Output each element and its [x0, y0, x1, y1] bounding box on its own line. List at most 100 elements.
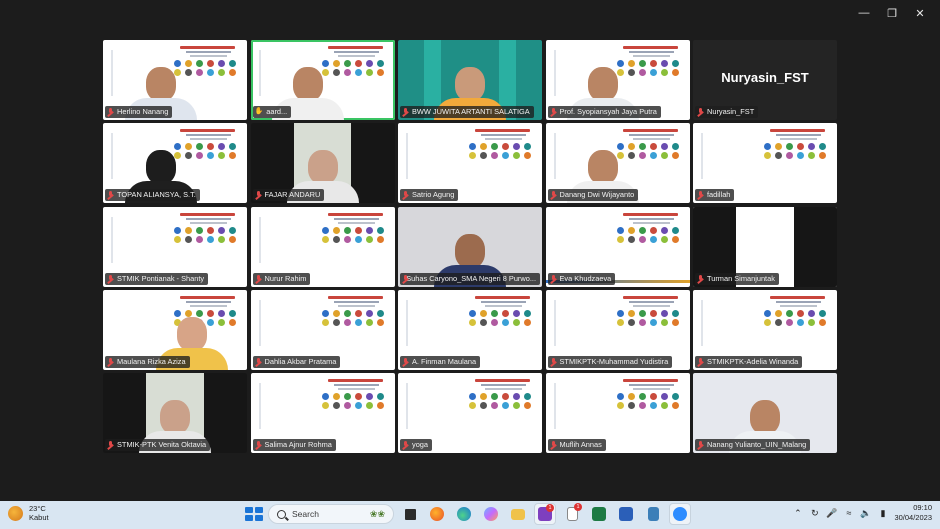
- task-view-icon[interactable]: [399, 503, 421, 525]
- participant-tile[interactable]: Eva Khudzaeva: [545, 206, 690, 287]
- participant-name: Prof. Syopiansyah Jaya Putra: [559, 107, 657, 116]
- participant-name: Muflih Annas: [559, 440, 602, 449]
- folder-icon[interactable]: [507, 503, 529, 525]
- participant-tile[interactable]: Muflih Annas: [545, 373, 690, 453]
- participant-name: STMIK-PTK Venita Oktavia: [117, 440, 207, 449]
- participant-name: Nuryasin_FST: [707, 107, 755, 116]
- participant-name: fadillah: [707, 190, 731, 200]
- edge-icon[interactable]: [453, 503, 475, 525]
- participant-name: STMIKPTK-Adelia Winanda: [707, 356, 799, 366]
- participant-name: Eva Khudzaeva: [559, 273, 612, 283]
- muted-mic-icon: [697, 357, 704, 366]
- battery-icon[interactable]: ▮: [877, 508, 888, 519]
- participant-name: yoga: [412, 440, 429, 449]
- participant-name: Dahlia Akbar Pratama: [264, 356, 337, 366]
- mic-icon[interactable]: 🎤: [826, 508, 837, 519]
- hand-icon: ✋: [254, 108, 264, 115]
- restore-button[interactable]: ❐: [878, 4, 906, 22]
- participant-tile[interactable]: A. Finman Maulana: [398, 289, 542, 370]
- participant-name-label: Herlino Nanang: [105, 106, 173, 118]
- participant-tile[interactable]: Danang Dwi Wijayanto: [545, 123, 690, 204]
- weather-widget[interactable]: 23°C Kabut: [8, 504, 49, 522]
- participant-tile[interactable]: Suhas Caryono_SMA Negeri 8 Purwo...: [398, 206, 542, 287]
- calculator-icon[interactable]: [642, 503, 664, 525]
- muted-mic-icon: [550, 108, 557, 116]
- copilot-icon[interactable]: [480, 503, 502, 525]
- participant-name-label: Prof. Syopiansyah Jaya Putra: [547, 106, 661, 118]
- participant-tile[interactable]: Turman Simanjuntak: [693, 206, 837, 287]
- volume-icon[interactable]: 🔈: [860, 508, 871, 519]
- muted-mic-icon: [402, 274, 408, 283]
- chevron-up-icon[interactable]: ⌃: [792, 508, 803, 519]
- firefox-icon[interactable]: [426, 503, 448, 525]
- presentation-slide: [308, 211, 389, 259]
- participant-tile[interactable]: TOPAN ALIANSYA, S.T.: [103, 123, 247, 204]
- participant-tile[interactable]: FAJAR ANDARU: [250, 123, 395, 204]
- participant-name: Danang Dwi Wijayanto: [559, 190, 635, 200]
- muted-mic-icon: [550, 274, 557, 283]
- participant-name-label: Muflih Annas: [547, 439, 606, 451]
- participant-tile[interactable]: Dahlia Akbar Pratama: [250, 289, 395, 370]
- close-button[interactable]: ✕: [906, 4, 934, 22]
- participant-tile[interactable]: fadillah: [693, 123, 837, 204]
- participant-name-label: STMIK Pontianak - Shanty: [105, 272, 209, 285]
- participant-tile[interactable]: Salima Ajnur Rohma: [250, 373, 395, 453]
- presentation-slide: [603, 294, 684, 342]
- participant-tile[interactable]: ✋ aard...: [250, 40, 395, 120]
- muted-mic-icon: [255, 191, 262, 199]
- search-box[interactable]: Search ❀❀: [268, 504, 394, 524]
- muted-mic-icon: [255, 357, 262, 366]
- participant-tile[interactable]: STMIKPTK-Muhammad Yudistira: [545, 289, 690, 370]
- participant-name-label: TOPAN ALIANSYA, S.T.: [105, 189, 200, 202]
- excel-icon[interactable]: [588, 503, 610, 525]
- presentation-slide: [308, 377, 389, 425]
- search-placeholder: Search: [292, 509, 319, 519]
- participant-tile[interactable]: STMIK-PTK Venita Oktavia: [103, 373, 247, 453]
- notepad-icon[interactable]: 1: [561, 503, 583, 525]
- presentation-slide: [308, 294, 389, 342]
- weather-icon: [8, 505, 23, 521]
- muted-mic-icon: [255, 441, 262, 449]
- participant-name-card: Nuryasin_FST: [721, 69, 809, 85]
- participant-name: aard...: [266, 107, 288, 116]
- participant-name-label: Danang Dwi Wijayanto: [547, 189, 639, 202]
- presentation-slide: [455, 294, 536, 342]
- participant-name: A. Finman Maulana: [412, 356, 477, 366]
- start-button[interactable]: [243, 504, 263, 524]
- participant-tile[interactable]: yoga: [398, 373, 542, 453]
- presentation-slide: [603, 211, 684, 259]
- weather-desc: Kabut: [29, 513, 49, 522]
- participant-tile[interactable]: Prof. Syopiansyah Jaya Putra: [545, 40, 690, 120]
- participant-name-label: Turman Simanjuntak: [695, 272, 779, 285]
- participant-tile[interactable]: Nanang Yulianto_UIN_Malang: [693, 373, 837, 453]
- participant-name: FAJAR ANDARU: [264, 190, 321, 200]
- participant-name-label: BWW JUWITA ARTANTI SALATIGA: [400, 106, 534, 118]
- pen-app-icon[interactable]: 1: [534, 503, 556, 525]
- participant-name: TOPAN ALIANSYA, S.T.: [117, 190, 196, 200]
- clock[interactable]: 09:10 30/04/2023: [894, 503, 932, 523]
- participant-tile[interactable]: Nuryasin_FST Nuryasin_FST: [693, 40, 837, 120]
- participant-name-label: Dahlia Akbar Pratama: [252, 355, 341, 368]
- participant-tile[interactable]: STMIK Pontianak - Shanty: [103, 206, 247, 287]
- participant-tile[interactable]: STMIKPTK-Adelia Winanda: [693, 289, 837, 370]
- participant-tile[interactable]: Nurur Rahim: [250, 206, 395, 287]
- participant-name: Herlino Nanang: [117, 107, 169, 116]
- word-icon[interactable]: [615, 503, 637, 525]
- participant-tile[interactable]: Herlino Nanang: [103, 40, 247, 120]
- participant-tile[interactable]: Satrio Agung: [398, 123, 542, 204]
- participant-name: Satrio Agung: [412, 190, 455, 200]
- clock-time: 09:10: [913, 503, 932, 512]
- participant-name-label: Suhas Caryono_SMA Negeri 8 Purwo...: [400, 272, 540, 285]
- presentation-slide: [160, 211, 241, 259]
- participant-tile[interactable]: BWW JUWITA ARTANTI SALATIGA: [398, 40, 542, 120]
- participant-tile[interactable]: Maulana Rizka Aziza: [103, 289, 247, 370]
- taskbar: 23°C Kabut Search ❀❀ 1 1 ⌃ ↻ 🎤 ≈ 🔈 ▮ 09:…: [0, 501, 940, 529]
- zoom-icon[interactable]: [669, 503, 691, 525]
- search-icon: [277, 509, 286, 519]
- participant-name-label: FAJAR ANDARU: [252, 189, 325, 202]
- search-highlight-icon: ❀❀: [369, 508, 385, 519]
- sync-icon[interactable]: ↻: [809, 508, 820, 519]
- minimize-button[interactable]: —: [850, 4, 878, 22]
- wifi-icon[interactable]: ≈: [843, 508, 854, 519]
- participant-name-label: Maulana Rizka Aziza: [105, 355, 190, 368]
